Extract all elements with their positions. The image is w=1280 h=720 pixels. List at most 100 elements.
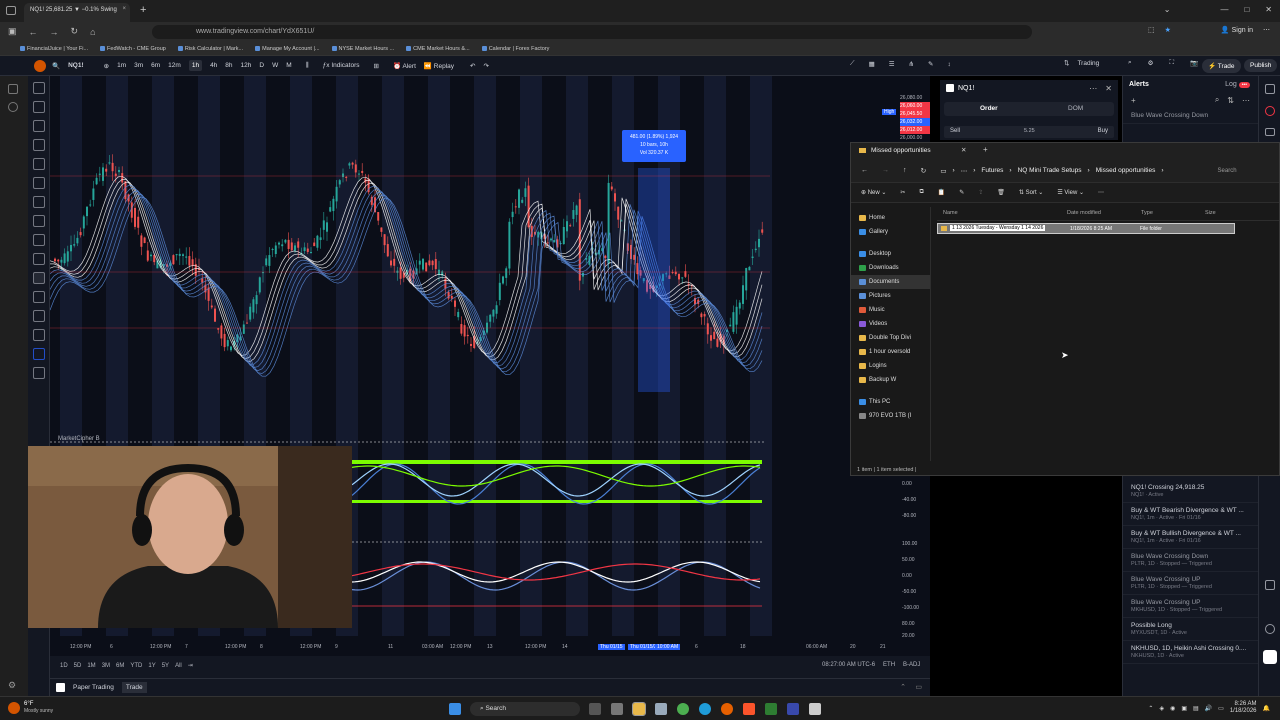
camera-icon[interactable]: 📷 [1190, 59, 1198, 67]
paste-icon[interactable]: 📋 [938, 189, 945, 196]
trendline-icon[interactable] [32, 101, 45, 113]
teams-app-icon[interactable] [787, 703, 799, 715]
symbol-search[interactable]: NQ1! [68, 62, 84, 69]
alerts-search-icon[interactable]: ⌕ [1215, 95, 1219, 105]
compare-icon[interactable]: ⊕ [104, 62, 109, 70]
adj-toggle[interactable]: B-ADJ [903, 662, 920, 668]
chart-type-icon[interactable]: ⫼ [306, 62, 309, 70]
view-button[interactable]: ☰ View ⌄ [1057, 189, 1084, 196]
measure-tool-icon[interactable]: ↕ [947, 61, 950, 68]
nav-item[interactable]: Music [851, 303, 930, 317]
bookmark-item[interactable]: Risk Calculator | Mark... [177, 46, 243, 52]
chat-icon[interactable] [1265, 128, 1275, 136]
nav-item[interactable]: Double Top Divi [851, 331, 930, 345]
order-close-icon[interactable]: ✕ [1105, 84, 1112, 93]
explorer-up-icon[interactable]: ↑ [903, 167, 907, 174]
log-tab[interactable]: Log ••• [1225, 81, 1250, 88]
calendar-icon[interactable] [1265, 580, 1275, 590]
interval-1h[interactable]: 1h [188, 60, 203, 71]
stay-drawing-icon[interactable] [32, 291, 45, 303]
range-3m[interactable]: 3M [102, 663, 110, 669]
task-view-icon[interactable] [589, 703, 601, 715]
crosshair-icon[interactable] [32, 82, 45, 94]
trade-button[interactable]: ⚡ Trade [1202, 59, 1241, 73]
brush-icon[interactable] [32, 177, 45, 189]
url-bar[interactable]: www.tradingview.com/chart/YdX651U/ [152, 25, 1032, 39]
range-1m[interactable]: 1M [87, 663, 95, 669]
notepad-app-icon[interactable] [655, 703, 667, 715]
breadcrumb-item[interactable]: Futures [981, 167, 1003, 174]
alerts-tab[interactable]: Alerts [1129, 81, 1149, 88]
tray-app-icon[interactable]: ◈ [1159, 705, 1164, 712]
pattern-tool-icon[interactable]: ⋔ [909, 60, 914, 68]
nav-item[interactable]: 1 hour oversold [851, 345, 930, 359]
alerts-more-icon[interactable]: ⋯ [1242, 96, 1250, 105]
taskbar-search[interactable]: ⌕ Search [470, 702, 580, 716]
range-ytd[interactable]: YTD [130, 663, 142, 669]
minimize-icon[interactable]: — [1220, 5, 1228, 14]
browser-side-icon[interactable] [8, 84, 18, 94]
photos-app-icon[interactable] [765, 703, 777, 715]
clock[interactable]: 8:26 AM 1/18/2026 [1230, 701, 1257, 715]
bookmark-item[interactable]: Manage My Account |... [255, 46, 320, 52]
alert-item[interactable]: Blue Wave Crossing UP MKHUSD, 1D · Stoppe… [1123, 595, 1259, 618]
range-5y[interactable]: 5Y [162, 663, 169, 669]
nav-item[interactable]: Gallery [851, 225, 930, 239]
alert-item[interactable]: Possible Long MYXUSDT, 1D · Active [1123, 618, 1259, 641]
range-1d[interactable]: 1D [60, 663, 68, 669]
browser-side-icon[interactable] [8, 102, 18, 112]
start-icon[interactable] [449, 703, 461, 715]
nav-item[interactable]: Home [851, 211, 930, 225]
tray-chevron-icon[interactable]: ⌃ [1148, 705, 1153, 712]
explorer-refresh-icon[interactable]: ↻ [921, 167, 927, 175]
cut-icon[interactable]: ✂ [900, 189, 905, 196]
avatar[interactable] [34, 59, 46, 72]
chart-clock[interactable]: 08:27:00 AM UTC-6 [822, 662, 875, 668]
back-icon[interactable]: ← [29, 27, 38, 37]
interval-12h[interactable]: 12h [241, 62, 252, 69]
grid-tool-icon[interactable]: ▦ [869, 60, 875, 68]
fib-tool-icon[interactable]: ☰ [889, 60, 895, 68]
chevron-down-icon[interactable]: ⌄ [1164, 5, 1171, 14]
range-6m[interactable]: 6M [116, 663, 124, 669]
browser-settings-gear-icon[interactable]: ⚙ [8, 680, 16, 691]
obs-app-icon[interactable] [809, 703, 821, 715]
weather-widget[interactable]: 6°F Mostly sunny [8, 701, 53, 715]
copy-icon[interactable]: ⧉ [919, 189, 923, 196]
trading-toggle[interactable]: ⇅ Trading [1064, 59, 1107, 68]
sidebar-toggle-icon[interactable]: ▣ [8, 26, 17, 37]
nav-item[interactable]: 970 EVO 1TB (I [851, 409, 930, 423]
indicators-button[interactable]: ƒx Indicators [323, 62, 360, 69]
range-1y[interactable]: 1Y [148, 663, 155, 669]
alert-button[interactable]: ⏰ Alert [393, 62, 416, 70]
forward-icon[interactable]: → [50, 27, 59, 37]
delete-icon[interactable]: 🗑 [997, 189, 1005, 196]
alert-item[interactable]: Blue Wave Crossing Down [1123, 108, 1258, 124]
alert-item[interactable]: NQ1! Crossing 24,918.25 NQ1! · Active [1123, 480, 1259, 503]
browser-settings-icon[interactable]: ⋯ [1263, 26, 1270, 34]
interval-d[interactable]: D [259, 62, 264, 69]
tray-app-icon[interactable]: ◉ [1170, 705, 1175, 712]
notification-icon[interactable]: 🔔 [1263, 705, 1270, 712]
explorer-search[interactable]: Search [1218, 168, 1237, 174]
col-type[interactable]: Type [1141, 210, 1153, 216]
close-explorer-tab-icon[interactable]: ✕ [961, 146, 966, 154]
network-icon[interactable]: ▤ [1193, 705, 1199, 712]
alert-item[interactable]: Buy & WT Bearish Divergence & WT ... NQ1!… [1123, 503, 1259, 526]
bookmark-item[interactable]: FinancialJuice | Your Fi... [20, 46, 88, 52]
col-name[interactable]: Name [943, 210, 958, 216]
magnet-icon[interactable] [32, 272, 45, 284]
search-tool-icon[interactable]: ⌕ [1128, 59, 1132, 67]
breadcrumb-item[interactable]: NQ Mini Trade Setups [1018, 167, 1082, 174]
nav-item[interactable]: Documents [851, 275, 930, 289]
col-date[interactable]: Date modified [1067, 210, 1101, 216]
interval-m[interactable]: M [286, 62, 291, 69]
volume-icon[interactable]: 🔊 [1205, 705, 1212, 712]
sort-button[interactable]: ⇅ Sort ⌄ [1019, 189, 1043, 196]
alerts-sort-icon[interactable]: ⇅ [1227, 96, 1234, 105]
link-icon[interactable] [32, 348, 45, 360]
order-more-icon[interactable]: ⋯ [1089, 84, 1097, 93]
nav-item[interactable]: Desktop [851, 247, 930, 261]
interval-3m[interactable]: 3m [134, 62, 143, 69]
alert-item[interactable]: Blue Wave Crossing Down PLTR, 1D · Stoppe… [1123, 549, 1259, 572]
